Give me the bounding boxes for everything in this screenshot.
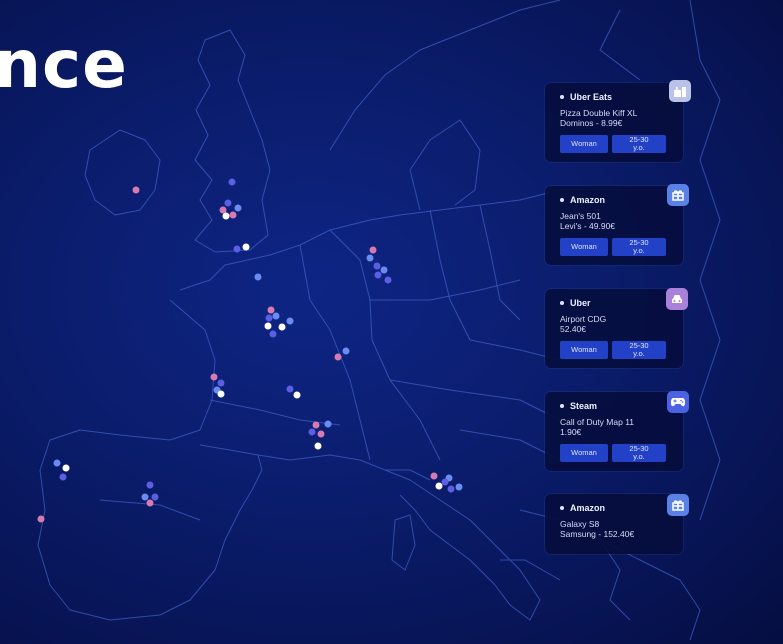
location-dot	[308, 428, 316, 436]
purchase-card[interactable]: Amazon Galaxy S8 Samsung - 152.40€	[545, 494, 683, 554]
location-dot	[373, 262, 381, 270]
location-dot	[234, 204, 242, 212]
location-dot	[441, 478, 449, 486]
card-item: Call of Duty Map 11 1.90€	[560, 417, 635, 437]
location-dots	[37, 178, 463, 523]
card-service: Amazon	[570, 195, 606, 205]
card-service: Steam	[570, 401, 598, 411]
gamepad-icon	[667, 391, 689, 413]
location-dot	[62, 464, 70, 472]
gender-tag: Woman	[560, 135, 608, 153]
card-service: Amazon	[570, 503, 606, 513]
location-dot	[242, 243, 250, 251]
card-service: Uber Eats	[570, 92, 613, 102]
location-dot	[384, 276, 392, 284]
card-item: Pizza Double Kiff XL Dominos - 8.99€	[560, 108, 638, 128]
card-item: Galaxy S8 Samsung - 152.40€	[560, 519, 635, 539]
location-dot	[254, 273, 262, 281]
location-dot	[141, 493, 149, 501]
location-dot	[269, 330, 277, 338]
age-tag: 25-30 y.o.	[612, 135, 666, 153]
location-dot	[146, 499, 154, 507]
location-dot	[59, 473, 67, 481]
card-item: Jean's 501 Levi's - 49.90€	[560, 211, 616, 231]
sardinia-outline	[391, 514, 416, 571]
location-dot	[267, 306, 275, 314]
food-drink-icon	[669, 80, 691, 102]
location-dot	[430, 472, 438, 480]
bullet-icon	[560, 506, 564, 510]
card-service: Uber	[570, 298, 591, 308]
med-coast	[257, 454, 431, 481]
location-dot	[324, 420, 332, 428]
bullet-icon	[560, 95, 564, 99]
location-dot	[264, 322, 272, 330]
gift-icon	[667, 494, 689, 516]
gender-tag: Woman	[560, 444, 608, 462]
italy-outline	[384, 469, 561, 621]
location-dot	[217, 390, 225, 398]
biscay-coast	[49, 299, 216, 441]
scandinavia-outline	[329, 0, 561, 211]
age-tag: 25-30 y.o.	[612, 238, 666, 256]
great-britain-outline	[194, 29, 271, 253]
location-dot	[366, 254, 374, 262]
gift-icon	[667, 184, 689, 206]
location-dot	[293, 391, 301, 399]
location-dot	[151, 493, 159, 501]
location-dot	[217, 379, 225, 387]
location-dot	[314, 442, 322, 450]
bullet-icon	[560, 301, 564, 305]
location-dot	[286, 385, 294, 393]
car-icon	[666, 288, 688, 310]
location-dot	[53, 459, 61, 467]
location-dot	[455, 483, 463, 491]
location-dot	[312, 421, 320, 429]
location-dot	[146, 481, 154, 489]
purchase-card[interactable]: Uber Airport CDG 52.40€ Woman 25-30 y.o.	[545, 289, 683, 368]
location-dot	[233, 245, 241, 253]
purchase-card[interactable]: Uber Eats Pizza Double Kiff XL Dominos -…	[545, 83, 683, 162]
location-dot	[342, 347, 350, 355]
location-dot	[435, 482, 443, 490]
gender-tag: Woman	[560, 341, 608, 359]
location-dot	[210, 373, 218, 381]
location-dot	[222, 212, 230, 220]
location-dot	[224, 199, 232, 207]
location-dot	[447, 485, 455, 493]
location-dot	[272, 312, 280, 320]
location-dot	[219, 206, 227, 214]
location-dot	[132, 186, 140, 194]
location-dot	[334, 353, 342, 361]
age-tag: 25-30 y.o.	[612, 341, 666, 359]
location-dot	[374, 271, 382, 279]
location-dot	[369, 246, 377, 254]
age-tag: 25-30 y.o.	[612, 444, 666, 462]
bullet-icon	[560, 198, 564, 202]
purchase-card[interactable]: Steam Call of Duty Map 11 1.90€ Woman 25…	[545, 392, 683, 471]
location-dot	[229, 211, 237, 219]
iberia-outline	[37, 439, 263, 621]
bullet-icon	[560, 404, 564, 408]
purchase-card[interactable]: Amazon Jean's 501 Levi's - 49.90€ Woman …	[545, 186, 683, 265]
ireland-outline	[84, 129, 161, 216]
location-dot	[265, 314, 273, 322]
location-dot	[37, 515, 45, 523]
card-item: Airport CDG 52.40€	[560, 314, 607, 334]
location-dot	[228, 178, 236, 186]
hero-title: nce	[0, 26, 128, 103]
gender-tag: Woman	[560, 238, 608, 256]
location-dot	[380, 266, 388, 274]
location-dot	[278, 323, 286, 331]
location-dot	[286, 317, 294, 325]
location-dot	[317, 430, 325, 438]
